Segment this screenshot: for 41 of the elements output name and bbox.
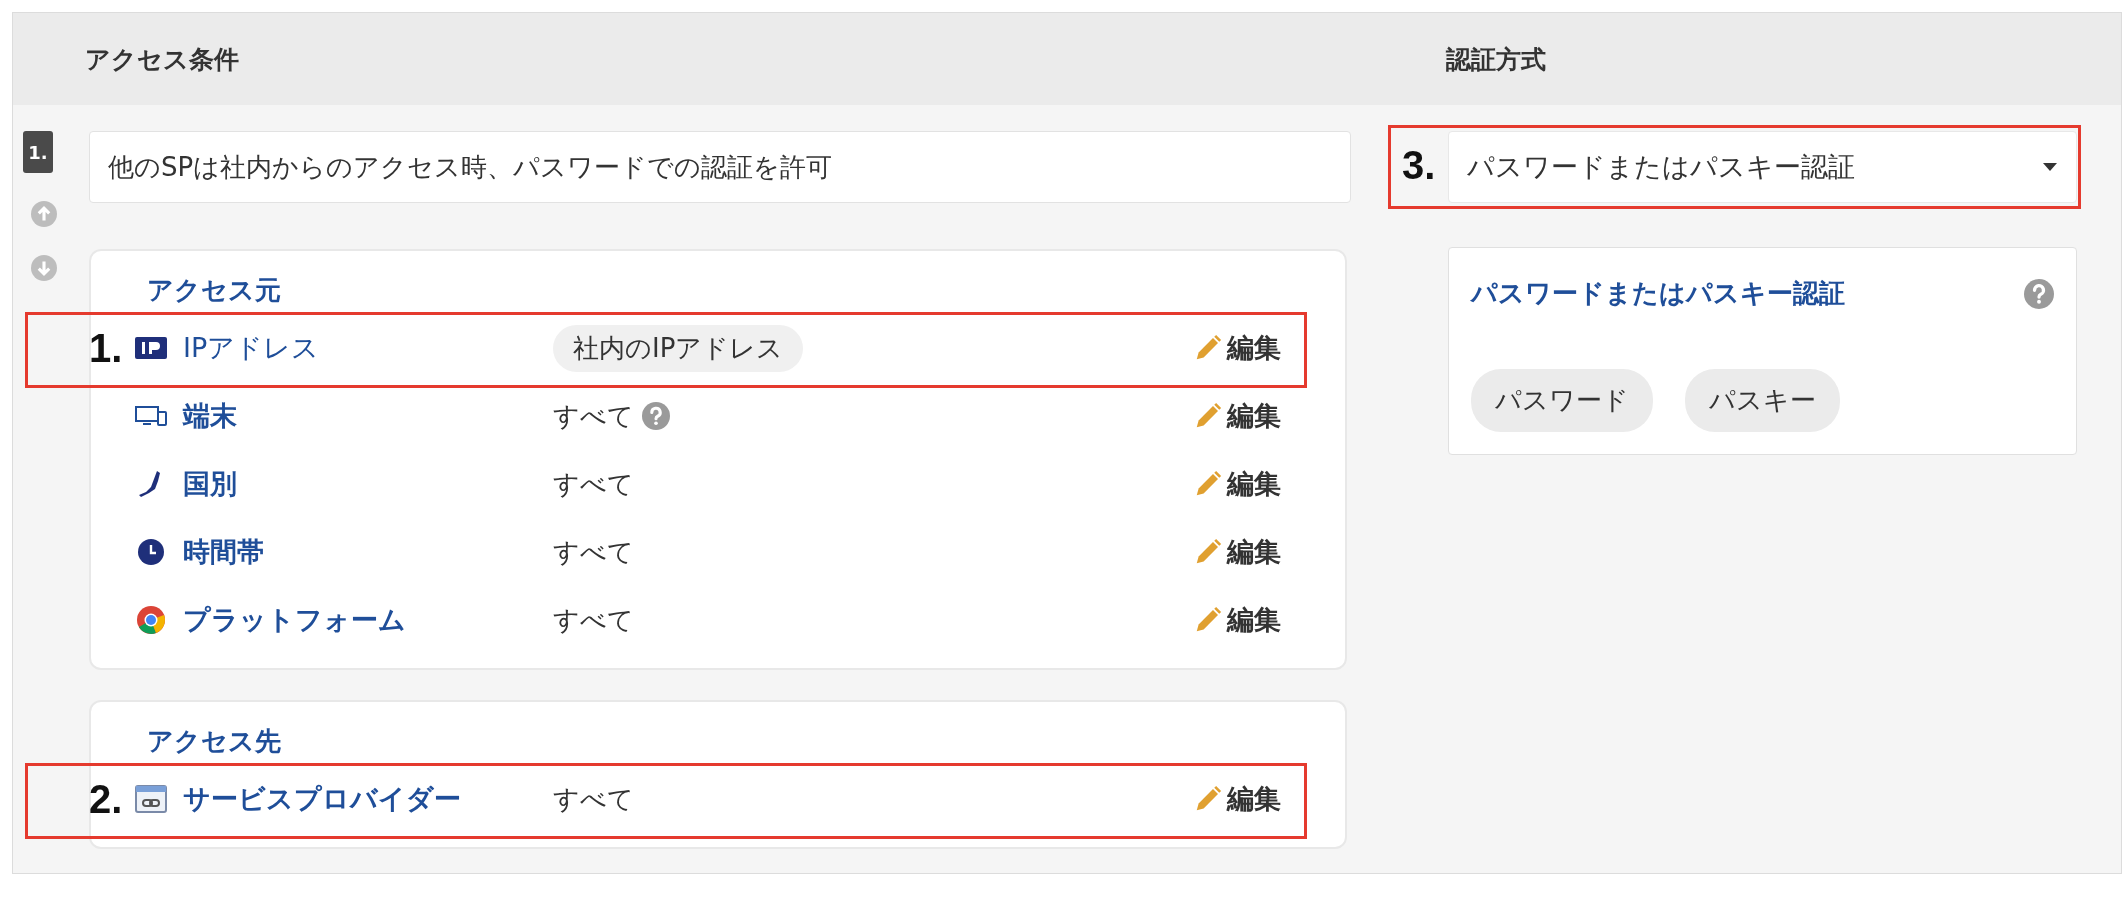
- devices-icon: [134, 404, 168, 428]
- clock-icon: [137, 538, 165, 566]
- section-title: アクセス元: [146, 274, 282, 307]
- edit-link[interactable]: 編集: [1193, 398, 1281, 434]
- help-icon[interactable]: [2024, 278, 2054, 309]
- value-tag: 社内のIPアドレス: [553, 324, 804, 372]
- condition-value: すべて: [553, 603, 634, 637]
- condition-link[interactable]: プラットフォーム: [171, 602, 523, 638]
- condition-value: すべて: [553, 467, 634, 501]
- condition-link[interactable]: 時間帯: [171, 534, 523, 570]
- auth-card-title: パスワードまたはパスキー認証: [1471, 277, 1845, 310]
- edit-link[interactable]: 編集: [1193, 466, 1281, 502]
- condition-value: すべて: [553, 399, 634, 433]
- move-down-icon[interactable]: [31, 255, 57, 281]
- condition-link[interactable]: 端末: [171, 398, 523, 434]
- column-heading: 認証方式: [1445, 43, 1547, 76]
- move-up-icon[interactable]: [31, 201, 57, 227]
- condition-link[interactable]: サービスプロバイダー: [171, 781, 523, 817]
- condition-value: すべて: [553, 782, 634, 816]
- annotation-label: 3.: [1402, 143, 1436, 188]
- method-tag: パスワード: [1471, 369, 1653, 432]
- edit-link[interactable]: 編集: [1193, 330, 1281, 366]
- method-tag: パスキー: [1685, 369, 1840, 432]
- rule-name-field[interactable]: 他のSPは社内からのアクセス時、パスワードでの認証を許可: [89, 131, 1351, 203]
- edit-link[interactable]: 編集: [1193, 534, 1281, 570]
- section-title: アクセス先: [146, 725, 282, 758]
- auth-method-select[interactable]: パスワードまたはパスキー認証: [1448, 131, 2077, 203]
- edit-link[interactable]: 編集: [1193, 602, 1281, 638]
- annotation-label: 2.: [89, 776, 123, 822]
- rule-number: 1.: [23, 131, 53, 173]
- help-icon[interactable]: [642, 402, 670, 430]
- condition-link[interactable]: IPアドレス: [171, 330, 523, 366]
- column-heading: アクセス条件: [84, 43, 240, 76]
- caret-icon: [2042, 162, 2058, 172]
- ip-badge-icon: [135, 337, 167, 359]
- annotation-label: 1.: [89, 325, 123, 371]
- condition-value: すべて: [553, 535, 634, 569]
- window-link-icon: [135, 785, 167, 813]
- browser-logo-icon: [136, 605, 166, 635]
- edit-link[interactable]: 編集: [1193, 781, 1281, 817]
- condition-link[interactable]: 国別: [171, 466, 523, 502]
